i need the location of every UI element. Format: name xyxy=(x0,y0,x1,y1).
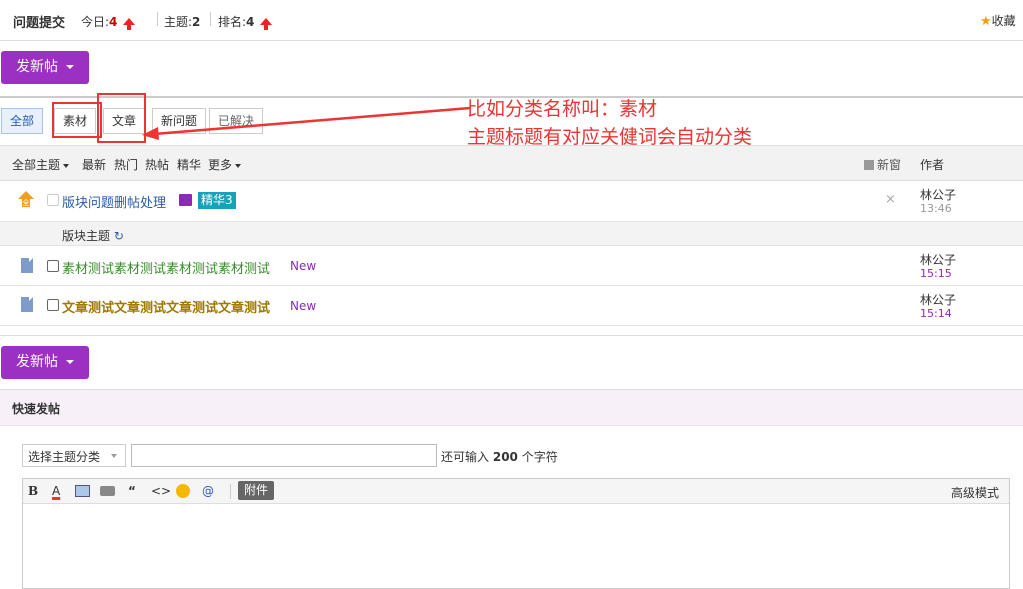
caret-down-icon xyxy=(66,65,74,69)
quick-post-header xyxy=(0,389,1023,426)
divider xyxy=(230,484,231,499)
quick-post-title: 快速发帖 xyxy=(12,402,61,416)
up-arrow-icon xyxy=(260,18,273,30)
caret-down-icon xyxy=(235,163,242,168)
advanced-mode-link[interactable]: 高级模式 xyxy=(951,484,999,501)
title-input[interactable] xyxy=(131,444,437,467)
filter-digest[interactable]: 精华 xyxy=(177,156,201,173)
pin-top-icon: 全 xyxy=(18,191,34,207)
divider xyxy=(157,12,158,26)
highlight-box xyxy=(97,93,146,143)
caret-down-icon xyxy=(63,163,70,168)
thread-author[interactable]: 林公子 xyxy=(920,251,956,268)
star-icon: ★ xyxy=(980,14,992,29)
caret-down-icon xyxy=(111,454,117,458)
forum-header-bar xyxy=(0,0,1023,41)
document-icon xyxy=(21,258,33,273)
document-icon xyxy=(21,297,33,312)
image-insert-icon[interactable] xyxy=(75,485,90,497)
new-tag: New xyxy=(290,259,317,273)
today-stat: 今日:4 xyxy=(81,13,136,30)
threads-count: 2 xyxy=(192,15,201,29)
thread-time: 15:15 xyxy=(920,267,952,280)
divider xyxy=(210,12,211,26)
new-post-button-bottom[interactable]: 发新帖 xyxy=(1,346,89,379)
bold-icon[interactable]: B xyxy=(28,483,38,499)
author-column-header: 作者 xyxy=(920,158,945,172)
category-select[interactable]: 选择主题分类 xyxy=(22,444,126,467)
section-label: 版块主题 ↻ xyxy=(62,229,124,243)
thread-title-link[interactable]: 版块问题删帖处理 xyxy=(62,192,166,211)
refresh-icon[interactable]: ↻ xyxy=(114,229,124,243)
up-arrow-icon xyxy=(123,18,136,30)
quote-icon[interactable]: “ xyxy=(128,483,136,499)
digest-badge: 精华3 xyxy=(198,192,236,209)
today-count: 4 xyxy=(109,15,118,29)
thread-checkbox[interactable] xyxy=(47,299,59,311)
emoji-icon[interactable] xyxy=(176,484,190,498)
filter-all-threads[interactable]: 全部主题 xyxy=(12,156,70,173)
checkbox-icon xyxy=(864,160,874,170)
divider xyxy=(0,335,1023,336)
filter-more[interactable]: 更多 xyxy=(208,156,242,173)
forum-title: 问题提交 xyxy=(13,16,66,31)
filter-hot[interactable]: 热门 xyxy=(114,156,138,173)
highlight-box xyxy=(52,102,102,138)
thread-author[interactable]: 林公子 xyxy=(920,291,956,308)
thread-title-link[interactable]: 素材测试素材测试素材测试素材测试 xyxy=(62,258,270,277)
new-window-toggle[interactable]: 新窗 xyxy=(864,156,901,173)
new-post-button[interactable]: 发新帖 xyxy=(1,51,89,84)
annotation-line-1: 比如分类名称叫：素材 xyxy=(467,98,658,120)
char-counter: 还可输入 200 个字符 xyxy=(441,450,558,464)
threads-stat: 主题:2 xyxy=(164,15,201,29)
svg-text:全: 全 xyxy=(23,198,30,207)
thread-checkbox[interactable] xyxy=(47,194,59,206)
link-icon[interactable] xyxy=(100,486,115,496)
rank-value: 4 xyxy=(246,15,255,29)
thread-title-link[interactable]: 文章测试文章测试文章测试文章测试 xyxy=(62,297,270,316)
new-tag: New xyxy=(290,299,317,313)
rank-stat: 排名:4 xyxy=(218,13,273,30)
filter-latest[interactable]: 最新 xyxy=(82,156,106,173)
filter-hot-posts[interactable]: 热帖 xyxy=(145,156,169,173)
thread-author[interactable]: 林公子 xyxy=(920,186,956,203)
at-mention-icon[interactable]: @ xyxy=(202,483,214,499)
thread-checkbox[interactable] xyxy=(47,260,59,272)
font-color-icon[interactable]: A xyxy=(52,483,60,499)
thread-time: 13:46 xyxy=(920,202,952,215)
close-icon[interactable]: × xyxy=(885,192,896,207)
attachment-button[interactable]: 附件 xyxy=(238,481,275,500)
image-icon xyxy=(179,194,192,206)
thread-time: 15:14 xyxy=(920,307,952,320)
caret-down-icon xyxy=(66,360,74,364)
annotation-arrow xyxy=(142,106,471,140)
code-icon[interactable]: <> xyxy=(151,483,171,499)
tab-all[interactable]: 全部 xyxy=(1,108,44,134)
section-separator-row xyxy=(0,222,1023,246)
favorite-button[interactable]: ★收藏 xyxy=(980,12,1016,29)
